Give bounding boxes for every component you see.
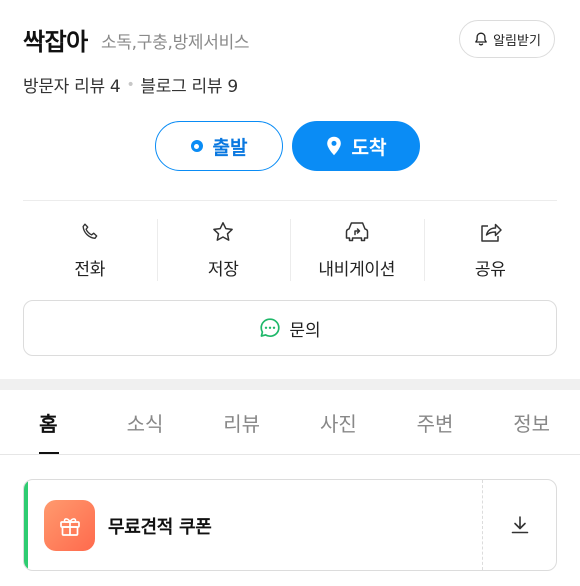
call-label: 전화 bbox=[74, 260, 106, 280]
gift-icon bbox=[44, 500, 95, 551]
coupon-card[interactable]: 무료견적 쿠폰 bbox=[23, 479, 557, 571]
blog-reviews-link[interactable]: 블로그 리뷰 9 bbox=[140, 72, 238, 97]
section-separator bbox=[0, 379, 580, 390]
tab-photos[interactable]: 사진 bbox=[290, 390, 387, 454]
share-button[interactable]: 공유 bbox=[423, 215, 558, 285]
tab-home[interactable]: 홈 bbox=[0, 390, 97, 455]
coupon-download-button[interactable] bbox=[483, 480, 556, 570]
star-icon bbox=[211, 215, 235, 249]
origin-dot-icon bbox=[190, 140, 203, 152]
alarm-label: 알림받기 bbox=[493, 33, 541, 49]
call-button[interactable]: 전화 bbox=[23, 215, 157, 285]
download-icon bbox=[509, 514, 531, 536]
depart-label: 출발 bbox=[212, 136, 248, 159]
navigation-button[interactable]: 내비게이션 bbox=[290, 215, 424, 285]
review-summary: 방문자 리뷰 4 • 블로그 리뷰 9 bbox=[23, 72, 238, 98]
tab-divider bbox=[0, 454, 580, 455]
tab-bar: 홈 소식 리뷰 사진 주변 정보 bbox=[0, 390, 580, 455]
bell-icon bbox=[473, 31, 489, 47]
alarm-button[interactable]: 알림받기 bbox=[459, 20, 555, 58]
location-pin-icon bbox=[326, 136, 342, 156]
share-icon bbox=[477, 215, 503, 249]
arrive-label: 도착 bbox=[351, 136, 387, 159]
action-bar: 전화 저장 내비게이션 공유 bbox=[23, 215, 557, 285]
save-button[interactable]: 저장 bbox=[156, 215, 291, 285]
depart-button[interactable]: 출발 bbox=[155, 121, 283, 171]
tab-nearby[interactable]: 주변 bbox=[387, 390, 484, 454]
coupon-accent-bar bbox=[24, 480, 28, 570]
chat-bubble-icon bbox=[259, 317, 281, 339]
navigation-car-icon bbox=[343, 215, 371, 249]
save-label: 저장 bbox=[207, 260, 239, 280]
visitor-reviews-link[interactable]: 방문자 리뷰 4 bbox=[23, 72, 121, 97]
navigation-label: 내비게이션 bbox=[318, 260, 396, 280]
phone-icon bbox=[79, 215, 101, 249]
tab-reviews[interactable]: 리뷰 bbox=[193, 390, 290, 454]
place-name: 싹잡아 bbox=[23, 28, 88, 56]
divider bbox=[23, 200, 557, 201]
tab-info[interactable]: 정보 bbox=[483, 390, 580, 454]
separator-dot: • bbox=[126, 76, 135, 93]
coupon-title: 무료견적 쿠폰 bbox=[108, 517, 212, 538]
place-category: 소독,구충,방제서비스 bbox=[101, 33, 250, 53]
inquiry-button[interactable]: 문의 bbox=[23, 300, 557, 356]
tab-news[interactable]: 소식 bbox=[97, 390, 194, 454]
share-label: 공유 bbox=[474, 260, 506, 280]
arrive-button[interactable]: 도착 bbox=[292, 121, 420, 171]
inquiry-label: 문의 bbox=[289, 320, 321, 341]
